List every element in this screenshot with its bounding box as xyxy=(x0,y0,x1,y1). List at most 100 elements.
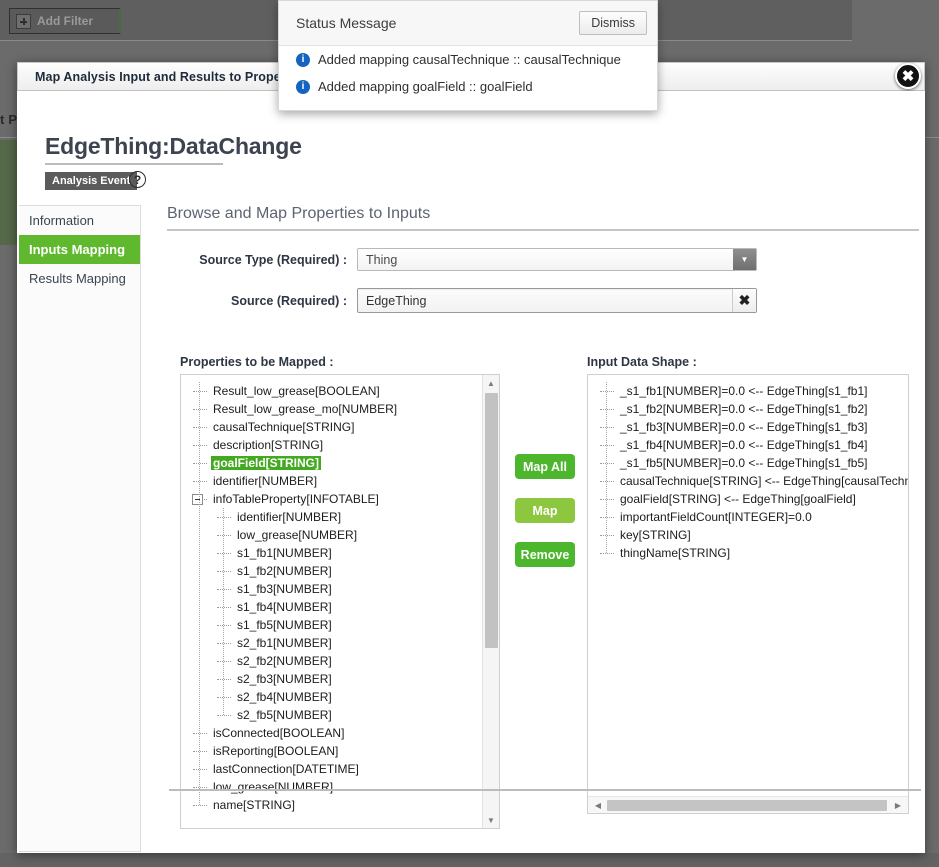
dismiss-button[interactable]: Dismiss xyxy=(579,11,647,35)
tree-item[interactable]: s1_fb5[NUMBER] xyxy=(181,616,499,634)
mapping-actions: Map All Map Remove xyxy=(515,454,577,586)
data-shape-item[interactable]: thingName[STRING] xyxy=(588,544,908,562)
tree-connector-icon xyxy=(217,606,231,608)
tree-connector-icon xyxy=(193,390,207,392)
tree-item-label: s1_fb3[NUMBER] xyxy=(237,582,332,596)
tree-item-label: s1_fb5[NUMBER] xyxy=(237,618,332,632)
tree-item[interactable]: low_grease[NUMBER] xyxy=(181,778,499,796)
tree-connector-icon xyxy=(217,696,231,698)
tree-item[interactable]: infoTableProperty[INFOTABLE] xyxy=(181,490,499,508)
data-shape-item[interactable]: importantFieldCount[INTEGER]=0.0 xyxy=(588,508,908,526)
tree-connector-icon xyxy=(193,462,207,464)
tree-item[interactable]: s1_fb4[NUMBER] xyxy=(181,598,499,616)
tree-connector-icon xyxy=(217,516,231,518)
data-shape-item[interactable]: key[STRING] xyxy=(588,526,908,544)
tree-connector-icon xyxy=(217,588,231,590)
tree-guide-line xyxy=(199,382,200,805)
tree-item[interactable]: s2_fb1[NUMBER] xyxy=(181,634,499,652)
map-button[interactable]: Map xyxy=(515,498,575,523)
source-input[interactable]: EdgeThing ✖ xyxy=(357,288,757,313)
scroll-right-icon[interactable]: ▶ xyxy=(890,797,906,813)
collapse-icon[interactable] xyxy=(192,493,203,505)
data-shape-item[interactable]: goalField[STRING] <-- EdgeThing[goalFiel… xyxy=(588,490,908,508)
scroll-down-icon[interactable]: ▼ xyxy=(483,812,499,828)
data-shape-item[interactable]: _s1_fb3[NUMBER]=0.0 <-- EdgeThing[s1_fb3… xyxy=(588,418,908,436)
data-shape-item-label: goalField[STRING] <-- EdgeThing[goalFiel… xyxy=(620,492,856,506)
tree-item-label: identifier[NUMBER] xyxy=(213,474,318,488)
properties-vertical-scrollbar[interactable]: ▲ ▼ xyxy=(482,375,499,828)
input-data-shape-horizontal-scrollbar[interactable]: ◀ ▶ xyxy=(588,796,908,813)
tree-connector-icon xyxy=(217,660,231,662)
tree-connector-icon xyxy=(193,732,207,734)
tree-item-label: low_grease[NUMBER] xyxy=(237,528,358,542)
tree-item[interactable]: s1_fb1[NUMBER] xyxy=(181,544,499,562)
tree-item[interactable]: isConnected[BOOLEAN] xyxy=(181,724,499,742)
status-popup-title: Status Message xyxy=(296,15,397,31)
source-type-select[interactable]: Thing ▼ xyxy=(357,248,757,271)
data-shape-item[interactable]: _s1_fb2[NUMBER]=0.0 <-- EdgeThing[s1_fb2… xyxy=(588,400,908,418)
source-type-row: Source Type (Required) : Thing ▼ xyxy=(167,248,917,271)
tree-item[interactable]: s1_fb2[NUMBER] xyxy=(181,562,499,580)
tree-item-label: causalTechnique[STRING] xyxy=(213,420,355,434)
tree-item-label: isReporting[BOOLEAN] xyxy=(213,744,339,758)
sidebar-item-results-mapping[interactable]: Results Mapping xyxy=(19,264,140,293)
data-shape-item[interactable]: _s1_fb4[NUMBER]=0.0 <-- EdgeThing[s1_fb4… xyxy=(588,436,908,454)
tree-item[interactable]: s1_fb3[NUMBER] xyxy=(181,580,499,598)
status-message-popup: Status Message Dismiss i Added mapping ca… xyxy=(278,0,658,111)
tree-item-label: s2_fb4[NUMBER] xyxy=(237,690,332,704)
pane-underline xyxy=(167,229,919,231)
page-title: EdgeThing:DataChange xyxy=(45,133,302,159)
tree-item[interactable]: s2_fb2[NUMBER] xyxy=(181,652,499,670)
tree-item[interactable]: s2_fb5[NUMBER] xyxy=(181,706,499,724)
remove-button[interactable]: Remove xyxy=(515,542,575,567)
tree-connector-icon xyxy=(600,552,614,554)
sidebar-item-information[interactable]: Information xyxy=(19,206,140,235)
tree-item[interactable]: name[STRING] xyxy=(181,796,499,814)
scroll-left-icon[interactable]: ◀ xyxy=(590,797,606,813)
tree-connector-icon xyxy=(193,786,207,788)
close-icon[interactable]: ✖ xyxy=(895,63,921,89)
help-icon[interactable]: ? xyxy=(129,171,146,188)
footer-divider xyxy=(169,789,921,791)
chevron-down-icon[interactable]: ▼ xyxy=(733,249,756,270)
input-data-shape-list[interactable]: _s1_fb1[NUMBER]=0.0 <-- EdgeThing[s1_fb1… xyxy=(587,374,909,814)
tree-item[interactable]: goalField[STRING] xyxy=(181,454,499,472)
data-shape-item-label: importantFieldCount[INTEGER]=0.0 xyxy=(620,510,812,524)
add-filter-button[interactable]: Add Filter xyxy=(9,8,121,34)
tree-item[interactable]: Result_low_grease[BOOLEAN] xyxy=(181,382,499,400)
data-shape-item[interactable]: _s1_fb1[NUMBER]=0.0 <-- EdgeThing[s1_fb1… xyxy=(588,382,908,400)
map-all-button[interactable]: Map All xyxy=(515,454,575,479)
tree-connector-icon xyxy=(193,750,207,752)
scroll-up-icon[interactable]: ▲ xyxy=(483,375,499,391)
tree-item[interactable]: identifier[NUMBER] xyxy=(181,508,499,526)
tree-item[interactable]: isReporting[BOOLEAN] xyxy=(181,742,499,760)
add-filter-label: Add Filter xyxy=(37,14,93,28)
source-type-label: Source Type (Required) : xyxy=(199,252,347,267)
tree-item[interactable]: description[STRING] xyxy=(181,436,499,454)
data-shape-item-label: _s1_fb4[NUMBER]=0.0 <-- EdgeThing[s1_fb4… xyxy=(620,438,868,452)
data-shape-item-label: _s1_fb1[NUMBER]=0.0 <-- EdgeThing[s1_fb1… xyxy=(620,384,868,398)
tree-item-label: s1_fb1[NUMBER] xyxy=(237,546,332,560)
tree-item[interactable]: identifier[NUMBER] xyxy=(181,472,499,490)
dialog-body: EdgeThing:DataChange Analysis Event ? In… xyxy=(17,91,925,852)
sidebar-item-inputs-mapping[interactable]: Inputs Mapping xyxy=(19,235,140,264)
data-shape-item[interactable]: causalTechnique[STRING] <-- EdgeThing[ca… xyxy=(588,472,908,490)
tree-item-label: goalField[STRING] xyxy=(211,456,321,470)
tree-item-label: Result_low_grease[BOOLEAN] xyxy=(213,384,380,398)
tree-item[interactable]: causalTechnique[STRING] xyxy=(181,418,499,436)
properties-tree[interactable]: Result_low_grease[BOOLEAN] Result_low_gre… xyxy=(180,374,500,829)
data-shape-item[interactable]: _s1_fb5[NUMBER]=0.0 <-- EdgeThing[s1_fb5… xyxy=(588,454,908,472)
source-label: Source (Required) : xyxy=(231,293,347,308)
hscroll-thumb[interactable] xyxy=(607,800,887,811)
scroll-thumb[interactable] xyxy=(485,393,498,648)
clear-icon[interactable]: ✖ xyxy=(732,289,756,312)
tree-item[interactable]: lastConnection[DATETIME] xyxy=(181,760,499,778)
mapping-dialog: Map Analysis Input and Results to Proper… xyxy=(17,62,925,853)
tree-item[interactable]: s2_fb4[NUMBER] xyxy=(181,688,499,706)
tree-item[interactable]: s2_fb3[NUMBER] xyxy=(181,670,499,688)
tree-item[interactable]: Result_low_grease_mo[NUMBER] xyxy=(181,400,499,418)
tree-item[interactable]: low_grease[NUMBER] xyxy=(181,526,499,544)
status-message-list: i Added mapping causalTechnique :: causal… xyxy=(279,46,657,100)
tree-item-label: s2_fb3[NUMBER] xyxy=(237,672,332,686)
data-shape-item-label: _s1_fb3[NUMBER]=0.0 <-- EdgeThing[s1_fb3… xyxy=(620,420,868,434)
